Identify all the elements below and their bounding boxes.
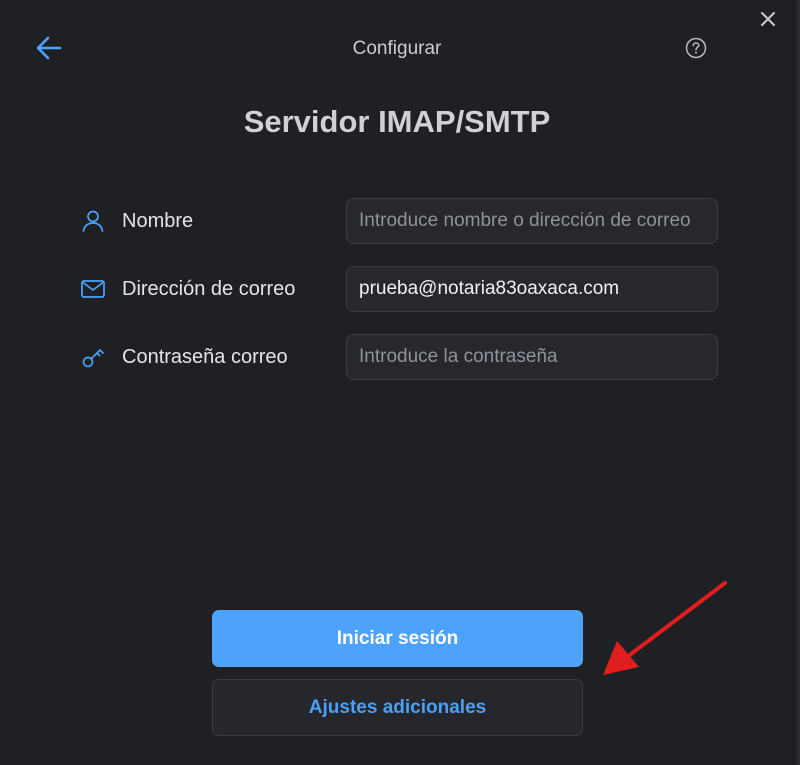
imap-smtp-setup-dialog: Configurar Servidor IMAP/SMTP Nombre Int…	[0, 0, 800, 765]
email-input[interactable]	[346, 266, 718, 312]
name-label: Nombre	[122, 210, 194, 232]
password-input[interactable]	[346, 334, 718, 380]
envelope-icon	[80, 277, 106, 301]
password-row: Contraseña correo	[80, 334, 720, 380]
dialog-header: Configurar	[0, 28, 800, 68]
help-button[interactable]	[685, 37, 707, 59]
key-icon	[80, 345, 106, 369]
email-row: Dirección de correo	[80, 266, 720, 312]
page-title: Servidor IMAP/SMTP	[243, 104, 551, 139]
password-label: Contraseña correo	[122, 346, 288, 368]
name-input[interactable]	[346, 198, 718, 244]
header-title: Configurar	[352, 38, 442, 59]
advanced-settings-button[interactable]: Ajustes adicionales	[212, 679, 583, 736]
user-icon	[80, 209, 106, 233]
close-icon	[761, 12, 775, 26]
email-label: Dirección de correo	[122, 278, 296, 300]
login-button[interactable]: Iniciar sesión	[212, 610, 583, 667]
question-circle-icon	[685, 37, 707, 59]
close-button[interactable]	[757, 8, 779, 30]
name-row: Nombre	[80, 198, 720, 244]
annotation-arrow-icon	[595, 575, 735, 685]
